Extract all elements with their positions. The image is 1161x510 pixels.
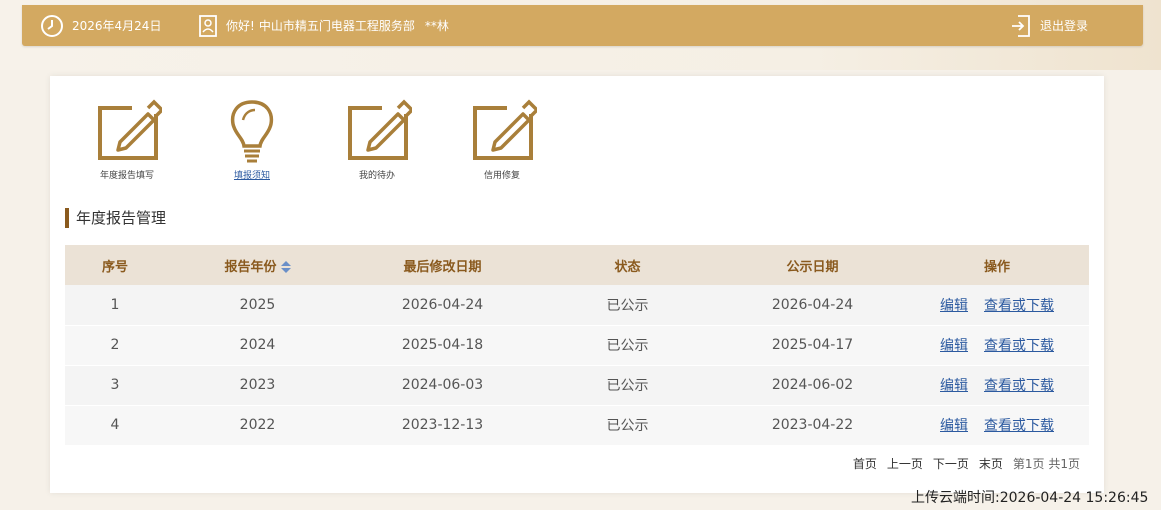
pager-info: 第1页 共1页 [1012, 457, 1080, 471]
cell-status: 已公示 [535, 325, 720, 366]
cell-no: 2 [65, 325, 165, 366]
user-badge-icon [198, 14, 218, 38]
edit-link[interactable]: 编辑 [940, 298, 968, 314]
col-header-status: 状态 [535, 245, 720, 285]
cell-modified: 2026-04-24 [350, 285, 535, 326]
quick-link-label: 信用修复 [483, 171, 520, 181]
section-title: 年度报告管理 [65, 208, 166, 228]
cell-status: 已公示 [535, 285, 720, 326]
quick-link-credit-repair[interactable]: 信用修复 [452, 98, 552, 181]
edit-link[interactable]: 编辑 [940, 338, 968, 354]
cell-actions: 编辑 查看或下载 [905, 405, 1089, 446]
table-header-row: 序号 报告年份 最后修改日期 状态 公示日期 操作 [65, 245, 1089, 285]
upload-time-text: 上传云端时间:2026-04-24 15:26:45 [911, 490, 1149, 506]
edit-link[interactable]: 编辑 [940, 378, 968, 394]
col-header-year-label: 报告年份 [224, 259, 277, 275]
logout-label: 退出登录 [1040, 19, 1089, 33]
edit-icon [467, 98, 540, 164]
cell-actions: 编辑 查看或下载 [905, 285, 1089, 326]
pager-last[interactable]: 末页 [979, 455, 1003, 472]
cell-status: 已公示 [535, 365, 720, 406]
cell-modified: 2023-12-13 [350, 405, 535, 446]
clock-icon [40, 14, 64, 38]
pager-next[interactable]: 下一页 [933, 455, 969, 472]
cell-modified: 2024-06-03 [350, 365, 535, 406]
view-download-link[interactable]: 查看或下载 [984, 338, 1054, 354]
quick-link-label[interactable]: 填报须知 [202, 168, 302, 181]
quick-link-instructions[interactable]: 填报须知 [202, 98, 302, 181]
quick-link-todo[interactable]: 我的待办 [327, 98, 427, 181]
table-row: 3 2023 2024-06-03 已公示 2024-06-02 编辑 查看或下载 [65, 365, 1089, 406]
company-name: 中山市精五门电器工程服务部 [258, 19, 415, 33]
cell-year: 2023 [165, 365, 350, 406]
edit-icon [92, 98, 165, 164]
greeting: 你好! 中山市精五门电器工程服务部 **林 [198, 5, 449, 46]
col-header-modified: 最后修改日期 [350, 245, 535, 285]
cell-published: 2024-06-02 [720, 365, 905, 406]
main-card: 年度报告填写 填报须知 我的待办 信用修复 年度报告管理 序号 报告年份 最后修… [50, 76, 1104, 493]
cell-no: 3 [65, 365, 165, 406]
greeting-text: 你好! [226, 19, 255, 33]
cell-actions: 编辑 查看或下载 [905, 365, 1089, 406]
cell-no: 4 [65, 405, 165, 446]
table-row: 4 2022 2023-12-13 已公示 2023-04-22 编辑 查看或下载 [65, 405, 1089, 446]
pager-first[interactable]: 首页 [853, 455, 877, 472]
view-download-link[interactable]: 查看或下载 [984, 378, 1054, 394]
cell-year: 2022 [165, 405, 350, 446]
col-header-year[interactable]: 报告年份 [165, 245, 350, 285]
cell-modified: 2025-04-18 [350, 325, 535, 366]
cell-year: 2024 [165, 325, 350, 366]
date-text: 2026年4月24日 [72, 19, 162, 33]
annual-report-table: 序号 报告年份 最后修改日期 状态 公示日期 操作 1 2025 2026-04… [65, 245, 1089, 446]
table-row: 1 2025 2026-04-24 已公示 2026-04-24 编辑 查看或下载 [65, 285, 1089, 326]
date-display: 2026年4月24日 [40, 5, 161, 46]
cell-actions: 编辑 查看或下载 [905, 325, 1089, 366]
edit-icon [342, 98, 415, 164]
view-download-link[interactable]: 查看或下载 [984, 298, 1054, 314]
sort-icon[interactable] [280, 261, 291, 273]
user-name: **林 [424, 19, 449, 33]
cell-no: 1 [65, 285, 165, 326]
cell-year: 2025 [165, 285, 350, 326]
cell-published: 2023-04-22 [720, 405, 905, 446]
table-row: 2 2024 2025-04-18 已公示 2025-04-17 编辑 查看或下载 [65, 325, 1089, 366]
quick-link-annual-report[interactable]: 年度报告填写 [77, 98, 177, 181]
cell-status: 已公示 [535, 405, 720, 446]
quick-link-label: 我的待办 [358, 171, 395, 181]
logout-button[interactable]: 退出登录 [1010, 5, 1088, 46]
cell-published: 2025-04-17 [720, 325, 905, 366]
col-header-published: 公示日期 [720, 245, 905, 285]
view-download-link[interactable]: 查看或下载 [984, 418, 1054, 434]
edit-link[interactable]: 编辑 [940, 418, 968, 434]
lightbulb-icon [217, 98, 287, 164]
col-header-actions: 操作 [905, 245, 1089, 285]
col-header-no: 序号 [65, 245, 165, 285]
cell-published: 2026-04-24 [720, 285, 905, 326]
quick-link-label: 年度报告填写 [99, 171, 154, 181]
pagination: 首页 上一页 下一页 末页 第1页 共1页 [853, 455, 1080, 472]
logout-icon [1010, 14, 1032, 38]
pager-prev[interactable]: 上一页 [887, 455, 923, 472]
top-header-bar: 2026年4月24日 你好! 中山市精五门电器工程服务部 **林 退出登录 [22, 5, 1143, 46]
